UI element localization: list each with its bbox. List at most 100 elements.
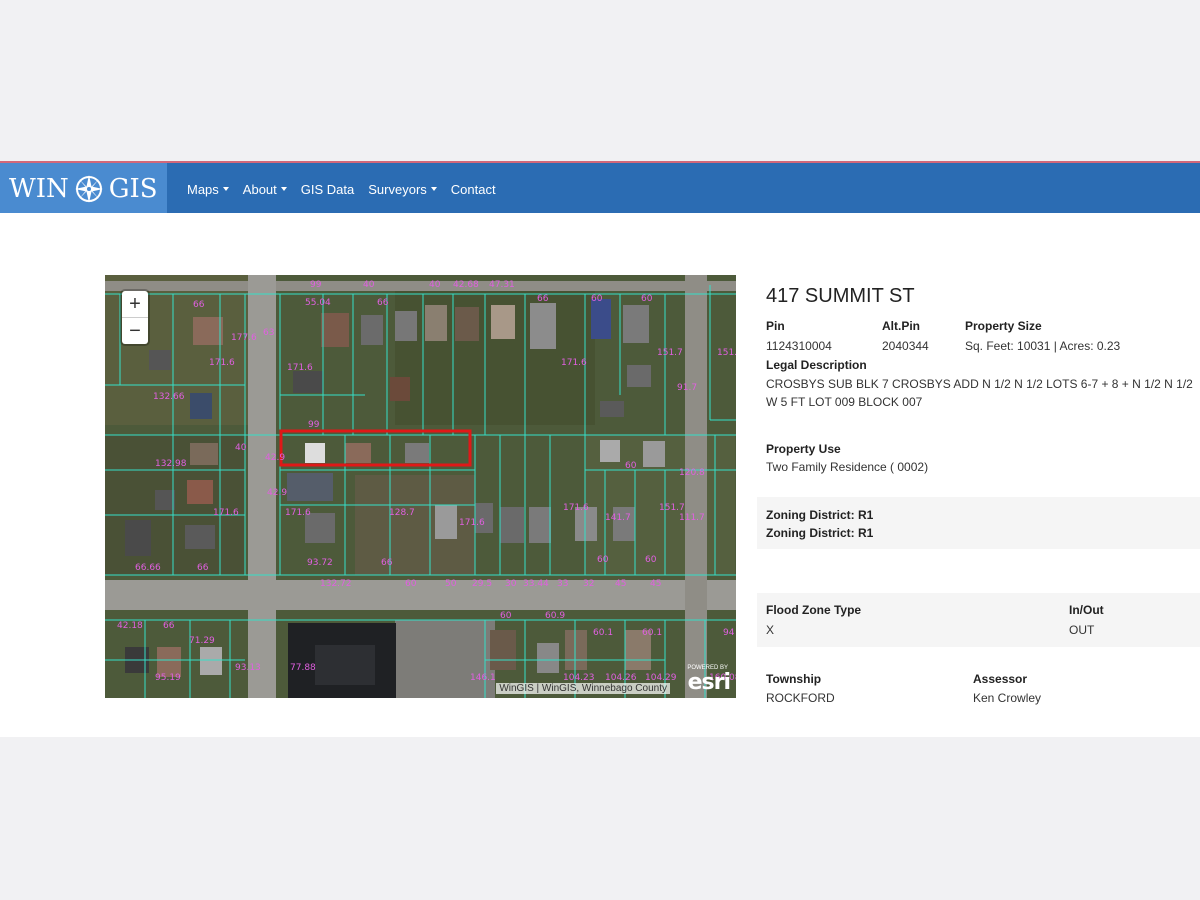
parcel-map[interactable]: 66 66 99 40 40 42.68 47.31 55.04 66 60 6… (105, 275, 736, 698)
wingis-logo[interactable]: WIN GIS (0, 163, 167, 215)
parcel-dimension-label: 45 (615, 579, 626, 589)
parcel-dimension-label: 94 (723, 628, 735, 638)
nav-maps-menu[interactable]: Maps (187, 182, 229, 197)
parcel-dimension-label: 60.1 (593, 628, 613, 638)
parcel-dimension-label: 50 (445, 579, 457, 589)
zoom-in-button[interactable]: + (122, 291, 148, 317)
parcel-dimension-label: 42.68 (453, 280, 479, 290)
parcel-dimension-label: 151.7 (659, 503, 685, 513)
parcel-dimension-label: 93.13 (235, 663, 261, 673)
parcel-dimension-label: 132.98 (155, 459, 187, 469)
parcel-dimension-label: 60.9 (545, 611, 565, 621)
property-size-label: Property Size (965, 319, 1042, 333)
flood-zone-label: Flood Zone Type (766, 603, 862, 617)
map-attribution: WinGIS | WinGIS, Winnebago County (496, 683, 670, 694)
parcel-dimension-label: 33.44 (523, 579, 549, 589)
parcel-dimension-label: 30 (505, 579, 517, 589)
caret-down-icon (222, 187, 229, 191)
parcel-dimension-label: 171.6 (213, 508, 239, 518)
parcel-dimension-label: 66 (193, 300, 205, 310)
main-content: 66 66 99 40 40 42.68 47.31 55.04 66 60 6… (0, 213, 1200, 737)
parcel-dimension-label: 60.1 (642, 628, 662, 638)
altpin-value: 2040344 (882, 339, 929, 353)
zoom-control: + − (122, 291, 148, 344)
parcel-dimension-label: 128.7 (389, 508, 415, 518)
property-use-label: Property Use (766, 442, 841, 456)
parcel-dimension-label: 171.6 (561, 358, 587, 368)
parcel-dimension-label: 42.9 (267, 488, 287, 498)
parcel-dimension-label: 45 (650, 579, 661, 589)
nav-surveyors-label: Surveyors (368, 181, 427, 197)
parcel-dimension-label: 171.6 (459, 518, 485, 528)
parcel-dimension-label: 99 (308, 420, 320, 430)
parcel-dimension-label: 60 (645, 555, 657, 565)
parcel-dimension-label: 32 (583, 579, 594, 589)
parcel-dimension-label: 60 (405, 579, 417, 589)
township-label: Township (766, 672, 822, 686)
legal-description-value: CROSBYS SUB BLK 7 CROSBYS ADD N 1/2 N 1/… (766, 377, 1193, 409)
parcel-dimension-label: 60 (641, 294, 653, 304)
parcel-dimension-label: 66 (537, 294, 549, 304)
brand-right-text: GIS (108, 174, 158, 204)
parcel-dimension-label: 104.23 (563, 673, 595, 683)
parcel-dimension-label: 66 (163, 621, 175, 631)
caret-down-icon (430, 187, 437, 191)
parcel-dimension-label: 99 (310, 280, 322, 290)
nav-gis-data-label: GIS Data (300, 181, 355, 197)
parcel-dimension-label: 60 (625, 461, 637, 471)
parcel-dimension-label: 40 (429, 280, 441, 290)
parcel-dimension-label: 95.19 (155, 673, 181, 683)
parcel-dimension-label: 177.6 (231, 333, 257, 343)
parcel-dimension-label: 171.6 (563, 503, 589, 513)
nav-contact-link[interactable]: Contact (451, 182, 496, 197)
flood-zone-section (757, 593, 1200, 647)
parcel-dimension-label: 120.8 (679, 468, 705, 478)
aerial-imagery: 66 66 99 40 40 42.68 47.31 55.04 66 60 6… (105, 275, 736, 698)
parcel-dimension-label: 71.29 (189, 636, 215, 646)
parcel-dimension-label: 151.7 (657, 348, 683, 358)
parcel-dimension-label: 63 (263, 328, 274, 338)
compass-rose-icon (74, 175, 103, 203)
assessor-value: Ken Crowley (973, 691, 1042, 705)
zoning-section (757, 497, 1200, 549)
altpin-label: Alt.Pin (882, 319, 920, 333)
parcel-dimension-label: 66 (197, 563, 209, 573)
top-navbar: WIN GIS Maps About GIS Data Surveyors Co… (0, 161, 1200, 215)
parcel-dimension-label: 60 (591, 294, 603, 304)
parcel-dimension-label: 91.7 (677, 383, 697, 393)
parcel-dimension-label: 171.6 (209, 358, 235, 368)
zoning-district-1: Zoning District: R1 (766, 508, 874, 522)
parcel-dimension-label: 60 (597, 555, 609, 565)
legal-description-label: Legal Description (766, 358, 867, 372)
nav-gis-data-link[interactable]: GIS Data (301, 182, 354, 197)
parcel-dimension-label: 132.72 (320, 579, 352, 589)
nav-maps-label: Maps (187, 181, 219, 197)
parcel-dimension-label: 104.29 (645, 673, 677, 683)
parcel-dimension-label: 111.7 (679, 513, 705, 523)
pin-value: 1124310004 (766, 339, 832, 353)
property-use-value: Two Family Residence ( 0002) (766, 460, 929, 474)
property-size-value: Sq. Feet: 10031 | Acres: 0.23 (965, 339, 1121, 353)
flood-zone-value: X (766, 623, 775, 637)
parcel-dimension-label: 66.66 (135, 563, 161, 573)
parcel-dimension-label: 77.88 (290, 663, 316, 673)
nav-about-menu[interactable]: About (243, 182, 287, 197)
parcel-dimension-label: 104.26 (605, 673, 637, 683)
parcel-dimension-label: 93.72 (307, 558, 333, 568)
parcel-dimension-label: 171.6 (287, 363, 313, 373)
parcel-dimension-label: 40 (363, 280, 375, 290)
assessor-label: Assessor (973, 672, 1028, 686)
nav-surveyors-menu[interactable]: Surveyors (368, 182, 437, 197)
parcel-dimension-label: 42.9 (265, 453, 285, 463)
parcel-dimension-label: 60 (500, 611, 512, 621)
pin-label: Pin (766, 319, 785, 333)
parcel-dimension-label: 141.7 (605, 513, 631, 523)
parcel-dimension-label: 146.1 (470, 673, 496, 683)
esri-logo: esri (687, 670, 731, 695)
zoning-district-2: Zoning District: R1 (766, 526, 874, 540)
zoom-out-button[interactable]: − (122, 317, 148, 344)
parcel-dimension-label: 29.5 (472, 579, 492, 589)
caret-down-icon (280, 187, 287, 191)
parcel-dimension-label: 66 (381, 558, 393, 568)
inout-label: In/Out (1069, 603, 1104, 617)
